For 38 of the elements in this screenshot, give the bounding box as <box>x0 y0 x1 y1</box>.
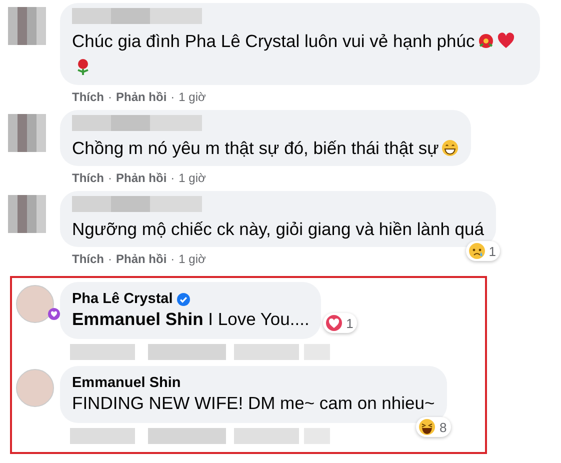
heart-icon <box>496 32 515 50</box>
avatar[interactable] <box>16 285 54 323</box>
action-link[interactable]: Phản hồi <box>116 251 167 267</box>
laughing-face-icon <box>418 418 436 436</box>
reaction-badge[interactable]: 8 <box>416 417 451 437</box>
crying-face-icon <box>468 242 486 260</box>
reaction-count: 8 <box>439 420 447 434</box>
comment-text: Ngưỡng mộ chiếc ck này, giỏi giang và hiền lành quá <box>72 219 484 239</box>
flower-icon <box>476 32 495 50</box>
reaction-badge[interactable]: 1 <box>323 313 358 333</box>
author-name[interactable]: Pha Lê Crystal <box>72 291 173 308</box>
pixelated-avatar[interactable] <box>8 195 46 233</box>
separator-dot: · <box>108 251 112 267</box>
action-link[interactable]: Thích <box>72 89 104 105</box>
author-name[interactable]: Emmanuel Shin <box>72 375 181 392</box>
comment-text: Chồng m nó yêu m thật sự đó, biến thái thật sự <box>72 138 439 158</box>
grinning-face-icon <box>440 139 459 157</box>
reaction-count: 1 <box>488 244 496 258</box>
action-link[interactable]: Phản hồi <box>116 89 167 105</box>
separator-dot: · <box>108 170 112 186</box>
action-link[interactable]: Thích <box>72 251 104 267</box>
pixelated-avatar[interactable] <box>8 7 46 45</box>
separator-dot: · <box>170 170 175 186</box>
action-link[interactable]: Thích <box>72 170 104 186</box>
heart-reaction-icon <box>325 314 344 332</box>
reaction-count: 1 <box>346 316 354 330</box>
action-link[interactable]: Phản hồi <box>116 170 167 186</box>
separator-dot: · <box>170 89 175 105</box>
separator-dot: · <box>108 89 112 105</box>
separator-dot: · <box>170 251 175 267</box>
comment-text: Chúc gia đình Pha Lê Crystal luôn vui vẻ hạnh phúc <box>72 31 475 51</box>
comment-text: FINDING NEW WIFE! DM me~ cam on nhieu~ <box>72 393 435 413</box>
pixelated-avatar[interactable] <box>8 114 46 152</box>
comment-text: Emmanuel Shin I Love You.... <box>72 309 310 329</box>
reaction-badge[interactable]: 1 <box>466 241 500 261</box>
timestamp[interactable]: 1 giờ <box>178 251 206 267</box>
timestamp[interactable]: 1 giờ <box>178 170 206 186</box>
timestamp[interactable]: 1 giờ <box>178 89 206 105</box>
